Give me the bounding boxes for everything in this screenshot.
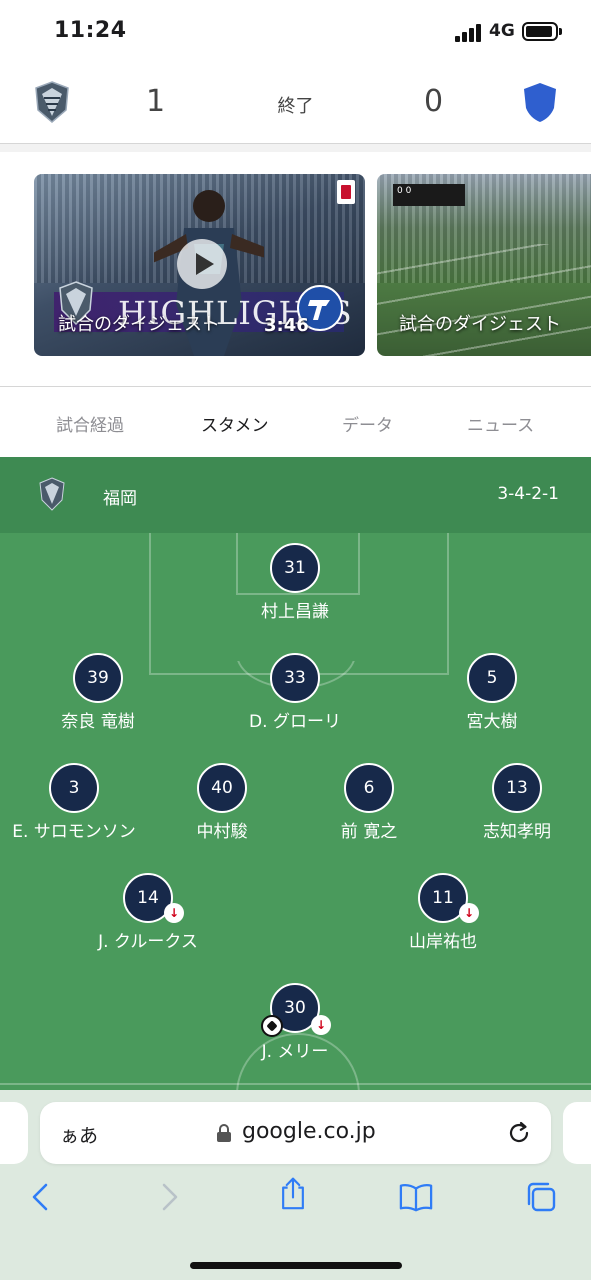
player-card[interactable]: 5 宮大樹 bbox=[402, 653, 582, 732]
lineup-formation: 3-4-2-1 bbox=[497, 484, 559, 504]
away-team-crest-icon[interactable] bbox=[520, 80, 560, 124]
reload-icon[interactable] bbox=[506, 1120, 532, 1146]
tab-match-progress[interactable]: 試合経過 bbox=[56, 411, 124, 436]
player-card[interactable]: 14 J. クルークス bbox=[58, 873, 238, 952]
video-carousel[interactable]: HIGHLIGHTS 試合のダイジェスト 3:46 0 0 試合のダイジェスト bbox=[0, 152, 591, 388]
player-card[interactable]: 33 D. グローリ bbox=[205, 653, 385, 732]
tabs-icon[interactable] bbox=[524, 1180, 558, 1214]
player-number: 3 bbox=[49, 763, 99, 813]
player-name: J. クルークス bbox=[98, 932, 198, 952]
lock-icon bbox=[217, 1124, 231, 1142]
battery-icon bbox=[522, 22, 562, 41]
home-indicator[interactable] bbox=[190, 1262, 402, 1269]
player-card[interactable]: 13 志知孝明 bbox=[427, 763, 591, 842]
player-name: J. メリー bbox=[261, 1042, 329, 1062]
address-bar[interactable]: ぁあ google.co.jp bbox=[40, 1102, 551, 1164]
player-name: 奈良 竜樹 bbox=[61, 712, 135, 732]
pitch-image bbox=[377, 244, 591, 356]
status-time: 11:24 bbox=[54, 18, 127, 43]
player-card[interactable]: 11 山岸祐也 bbox=[353, 873, 533, 952]
player-name: 宮大樹 bbox=[466, 712, 518, 732]
match-status: 終了 bbox=[277, 96, 314, 117]
player-number: 6 bbox=[344, 763, 394, 813]
j-league-badge-icon bbox=[337, 180, 355, 204]
url-text[interactable]: google.co.jp bbox=[242, 1119, 376, 1144]
player-card[interactable]: 31 村上昌謙 bbox=[205, 543, 385, 622]
video-duration: 3:46 bbox=[264, 315, 309, 336]
previous-tab-pill[interactable] bbox=[0, 1102, 28, 1164]
player-number: 40 bbox=[197, 763, 247, 813]
cellular-signal-icon bbox=[455, 24, 483, 42]
away-score: 0 bbox=[424, 84, 444, 119]
player-number: 13 bbox=[492, 763, 542, 813]
scoreboard-score: 0 0 bbox=[397, 186, 412, 196]
forward-icon[interactable] bbox=[152, 1180, 186, 1214]
browser-toolbar: ぁあ google.co.jp bbox=[0, 1090, 591, 1280]
substitution-off-icon bbox=[311, 1015, 331, 1035]
share-icon[interactable] bbox=[276, 1176, 310, 1210]
tv-scoreboard: 0 0 bbox=[393, 184, 465, 206]
tab-data[interactable]: データ bbox=[342, 411, 393, 436]
text-size-button[interactable]: ぁあ bbox=[60, 1121, 98, 1148]
video-caption: 試合のダイジェスト bbox=[399, 314, 561, 335]
video-caption: 試合のダイジェスト bbox=[58, 314, 220, 335]
lineup-team-name: 福岡 bbox=[103, 489, 137, 509]
score-header: 1 終了 0 bbox=[0, 62, 591, 144]
play-icon[interactable] bbox=[177, 239, 227, 289]
player-name: 山岸祐也 bbox=[409, 932, 477, 952]
player-name: 村上昌謙 bbox=[261, 602, 329, 622]
back-icon[interactable] bbox=[24, 1180, 58, 1214]
player-name: 志知孝明 bbox=[483, 822, 551, 842]
highlight-video-card[interactable]: HIGHLIGHTS 試合のダイジェスト 3:46 bbox=[34, 174, 365, 356]
soccer-ball-icon bbox=[261, 1015, 283, 1037]
player-number: 31 bbox=[270, 543, 320, 593]
player-number: 33 bbox=[270, 653, 320, 703]
player-card[interactable]: 39 奈良 竜樹 bbox=[8, 653, 188, 732]
network-type: 4G bbox=[489, 21, 515, 41]
lineup-header: 福岡 3-4-2-1 bbox=[0, 457, 591, 533]
player-card[interactable]: 30 J. メリー bbox=[205, 983, 385, 1062]
section-divider bbox=[0, 144, 591, 152]
player-number: 39 bbox=[73, 653, 123, 703]
bookmarks-icon[interactable] bbox=[399, 1180, 433, 1214]
digest-video-card[interactable]: 0 0 試合のダイジェスト bbox=[377, 174, 591, 356]
next-tab-pill[interactable] bbox=[563, 1102, 591, 1164]
match-tabs: 試合経過 スタメン データ ニュース bbox=[0, 387, 591, 457]
tab-lineup[interactable]: スタメン bbox=[201, 411, 269, 436]
player-name: D. グローリ bbox=[249, 712, 341, 732]
substitution-off-icon bbox=[459, 903, 479, 923]
player-number: 5 bbox=[467, 653, 517, 703]
substitution-off-icon bbox=[164, 903, 184, 923]
status-bar: 11:24 4G bbox=[0, 0, 591, 62]
tab-news[interactable]: ニュース bbox=[467, 411, 534, 436]
pitch-lineup: 31 村上昌謙 39 奈良 竜樹 33 D. グローリ 5 宮大樹 3 E. サ… bbox=[0, 533, 591, 1090]
home-team-crest-icon bbox=[39, 477, 65, 511]
